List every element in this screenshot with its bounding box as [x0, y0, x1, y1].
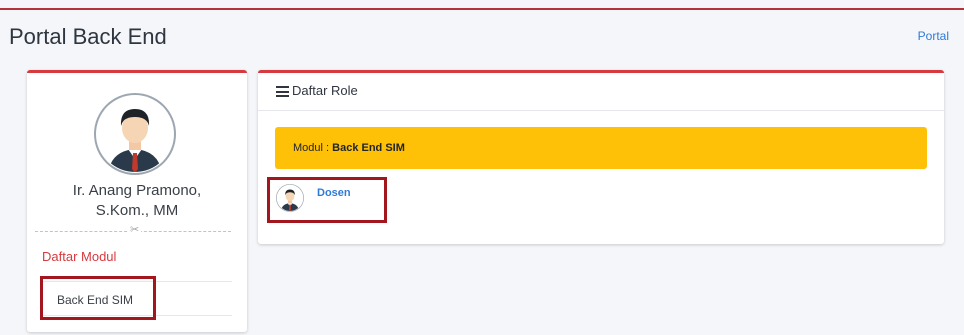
card-header: Daftar Role — [258, 73, 944, 111]
user-name-line1: Ir. Anang Pramono, — [72, 182, 202, 199]
role-list-card: Daftar Role Modul : Back End SIM Dosen — [258, 70, 944, 244]
user-name: Ir. Anang Pramono, S.Kom., MM — [27, 181, 247, 221]
user-avatar-icon — [94, 93, 176, 175]
user-name-line2: S.Kom., MM — [95, 202, 179, 219]
module-list-title: Daftar Modul — [42, 249, 117, 264]
menu-icon — [276, 86, 289, 97]
page-title: Portal Back End — [9, 24, 167, 49]
alert-prefix: Modul : — [293, 142, 333, 154]
card-title: Daftar Role — [292, 83, 358, 98]
profile-card: Ir. Anang Pramono, S.Kom., MM ✂ Daftar M… — [27, 70, 247, 332]
alert-module-name: Back End SIM — [332, 142, 405, 154]
module-alert: Modul : Back End SIM — [275, 127, 927, 169]
breadcrumb-portal[interactable]: Portal — [918, 29, 949, 43]
highlight-box-module — [40, 276, 156, 320]
top-accent-line — [0, 8, 964, 10]
scissors-icon: ✂ — [128, 223, 142, 236]
highlight-box-role — [267, 177, 387, 223]
